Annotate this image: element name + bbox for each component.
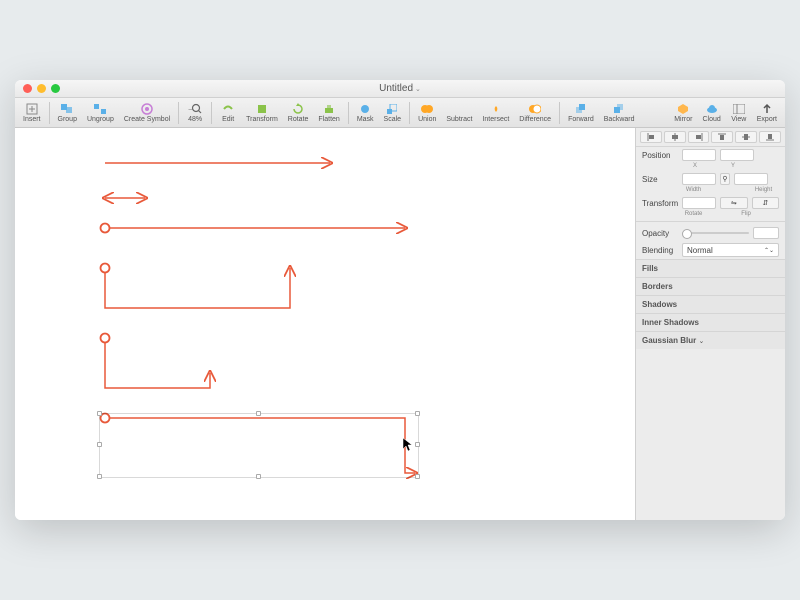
group-button[interactable]: Group (54, 102, 81, 124)
blending-select[interactable]: Normal⌃⌄ (682, 243, 779, 257)
transform-button[interactable]: Transform (242, 102, 282, 124)
size-label: Size (642, 175, 678, 184)
align-bottom-button[interactable] (759, 131, 781, 143)
height-label: Height (748, 187, 779, 193)
shadows-section[interactable]: Shadows (636, 295, 785, 313)
difference-button[interactable]: Difference (515, 102, 555, 124)
selection-handle[interactable] (415, 474, 420, 479)
cloud-button[interactable]: Cloud (698, 102, 724, 124)
y-label: Y (716, 163, 750, 169)
backward-button[interactable]: Backward (600, 102, 639, 124)
edit-icon (221, 103, 235, 115)
union-icon (420, 103, 434, 115)
cursor-icon (403, 438, 413, 452)
edit-button[interactable]: Edit (216, 102, 240, 124)
position-y-input[interactable] (720, 149, 754, 161)
insert-button[interactable]: Insert (19, 102, 45, 124)
rotate-label: Rotate (678, 211, 709, 217)
selection-handle[interactable] (97, 411, 102, 416)
union-button[interactable]: Union (414, 102, 440, 124)
rotate-button[interactable]: Rotate (284, 102, 313, 124)
selection-handle[interactable] (256, 411, 261, 416)
position-label: Position (642, 151, 678, 160)
forward-icon (574, 103, 588, 115)
view-button[interactable]: View (727, 102, 751, 124)
align-left-button[interactable] (640, 131, 662, 143)
group-icon (60, 103, 74, 115)
inner-shadows-section[interactable]: Inner Shadows (636, 313, 785, 331)
flip-v-button[interactable]: ⇵ (752, 197, 780, 209)
flip-label: Flip (713, 211, 779, 217)
align-center-h-button[interactable] (664, 131, 686, 143)
chevron-down-icon: ⌃⌄ (764, 247, 774, 254)
selection-handle[interactable] (415, 411, 420, 416)
selection-handle[interactable] (97, 442, 102, 447)
difference-icon (528, 103, 542, 115)
canvas[interactable] (15, 128, 635, 520)
inspector-panel: Position XY Size ⚲ Width Height Transform ⇋… (635, 128, 785, 520)
opacity-input[interactable] (753, 227, 779, 239)
selection-box[interactable] (99, 413, 419, 478)
chevron-down-icon[interactable]: ⌄ (415, 86, 421, 93)
subtract-icon (452, 103, 466, 115)
forward-button[interactable]: Forward (564, 102, 598, 124)
mask-button[interactable]: Mask (353, 102, 378, 124)
align-top-button[interactable] (711, 131, 733, 143)
align-right-button[interactable] (688, 131, 710, 143)
symbol-icon (140, 103, 154, 115)
opacity-slider[interactable] (682, 232, 749, 234)
selection-handle[interactable] (256, 474, 261, 479)
create-symbol-button[interactable]: Create Symbol (120, 102, 174, 124)
height-input[interactable] (734, 173, 768, 185)
lock-icon[interactable]: ⚲ (720, 173, 730, 185)
toolbar: Insert Group Ungroup Create Symbol −+48%… (15, 98, 785, 128)
gaussian-blur-section[interactable]: Gaussian Blur ⌄ (636, 331, 785, 349)
width-label: Width (678, 187, 709, 193)
intersect-icon (489, 103, 503, 115)
flatten-button[interactable]: Flatten (314, 102, 343, 124)
export-icon (760, 103, 774, 115)
view-icon (732, 103, 746, 115)
fills-section[interactable]: Fills (636, 259, 785, 277)
magnifier-icon: −+ (188, 103, 202, 115)
align-controls (636, 128, 785, 147)
rotate-input[interactable] (682, 197, 716, 209)
chevron-down-icon: ⌄ (698, 338, 704, 345)
subtract-button[interactable]: Subtract (442, 102, 476, 124)
rotate-icon (291, 103, 305, 115)
window-title: Untitled⌄ (15, 83, 785, 94)
export-button[interactable]: Export (753, 102, 781, 124)
backward-icon (612, 103, 626, 115)
mirror-button[interactable]: Mirror (670, 102, 696, 124)
zoom-control[interactable]: −+48% (183, 102, 207, 124)
align-center-v-button[interactable] (735, 131, 757, 143)
x-label: X (678, 163, 712, 169)
app-window: Untitled⌄ Insert Group Ungroup Create Sy… (15, 80, 785, 520)
selection-handle[interactable] (415, 442, 420, 447)
plus-icon (25, 103, 39, 115)
ungroup-button[interactable]: Ungroup (83, 102, 118, 124)
mirror-icon (676, 103, 690, 115)
intersect-button[interactable]: Intersect (478, 102, 513, 124)
opacity-label: Opacity (642, 229, 678, 238)
flatten-icon (322, 103, 336, 115)
width-input[interactable] (682, 173, 716, 185)
flip-h-button[interactable]: ⇋ (720, 197, 748, 209)
transform-icon (255, 103, 269, 115)
blending-label: Blending (642, 246, 678, 255)
ungroup-icon (93, 103, 107, 115)
scale-button[interactable]: Scale (380, 102, 406, 124)
scale-icon (385, 103, 399, 115)
borders-section[interactable]: Borders (636, 277, 785, 295)
mask-icon (358, 103, 372, 115)
transform-label: Transform (642, 199, 678, 208)
cloud-icon (705, 103, 719, 115)
position-x-input[interactable] (682, 149, 716, 161)
titlebar[interactable]: Untitled⌄ (15, 80, 785, 98)
selection-handle[interactable] (97, 474, 102, 479)
